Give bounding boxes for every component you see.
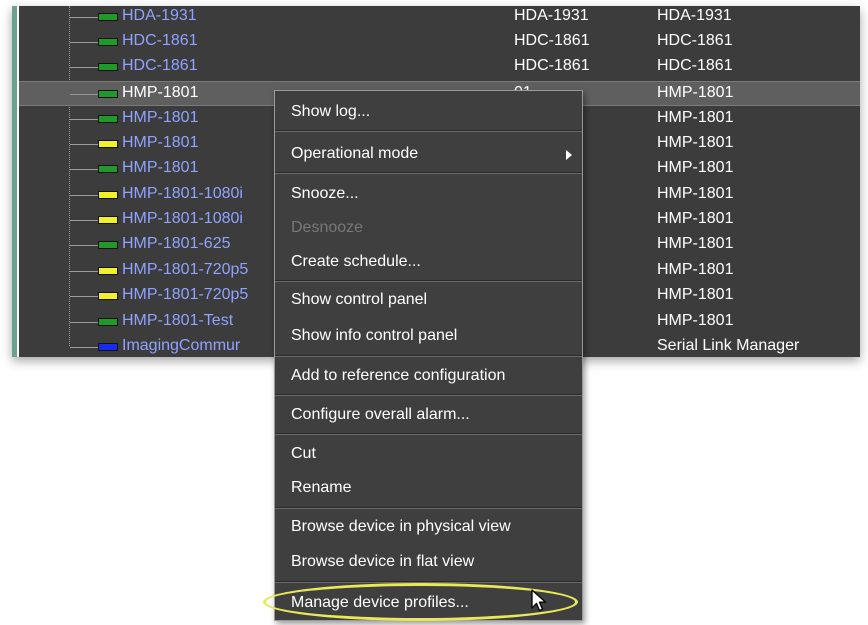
submenu-arrow-icon — [566, 150, 572, 160]
tree-connector — [70, 296, 98, 298]
tree-row[interactable]: HDC-1861 HDC-1861 HDC-1861 — [19, 55, 860, 80]
status-led-icon — [98, 63, 118, 71]
device-name: HDC-1861 — [122, 57, 198, 74]
device-model-cell: HDC-1861 — [657, 32, 733, 49]
menu-item-label: Create schedule... — [291, 253, 421, 270]
tree-connector — [70, 169, 98, 171]
menu-separator — [275, 433, 582, 435]
device-model-cell: HMP-1801 — [657, 261, 734, 278]
tree-connector — [70, 94, 98, 96]
device-model-cell: HMP-1801 — [657, 134, 734, 151]
device-name: HMP-1801-1080i — [122, 185, 243, 202]
menu-item-label: Desnooze — [291, 219, 364, 236]
tree-connector — [70, 195, 98, 197]
menu-item-label: Show log... — [291, 103, 371, 120]
mouse-cursor-icon — [531, 589, 547, 612]
device-type-cell: HDA-1931 — [514, 7, 589, 24]
device-model-cell: HMP-1801 — [657, 84, 734, 101]
menu-item-browse-flat-view[interactable]: Browse device in flat view — [275, 549, 582, 575]
status-led-icon — [98, 90, 118, 98]
tree-connector — [70, 347, 98, 349]
status-led-icon — [98, 343, 118, 351]
context-menu: Show log... Operational mode Snooze... D… — [274, 90, 583, 621]
status-led-icon — [98, 216, 118, 224]
status-led-icon — [98, 241, 118, 249]
status-led-icon — [98, 38, 118, 46]
tree-connector — [70, 119, 98, 121]
device-model-cell: HMP-1801 — [657, 109, 734, 126]
device-name: ImagingCommur — [122, 337, 241, 354]
device-name: HMP-1801-720p5 — [122, 261, 249, 278]
menu-item-desnooze: Desnooze — [275, 215, 582, 241]
device-type-cell: HDC-1861 — [514, 32, 590, 49]
tree-connector — [70, 67, 98, 69]
tree-connector — [70, 322, 98, 324]
device-name: HMP-1801 — [122, 109, 199, 126]
device-name: HMP-1801 — [122, 84, 199, 101]
menu-item-label: Rename — [291, 479, 352, 496]
device-model-cell: HMP-1801 — [657, 210, 734, 227]
device-name: HMP-1801-Test — [122, 312, 234, 329]
device-model-cell: HMP-1801 — [657, 185, 734, 202]
menu-item-snooze[interactable]: Snooze... — [275, 181, 582, 207]
device-name: HMP-1801 — [122, 159, 199, 176]
device-name: HMP-1801-720p5 — [122, 286, 249, 303]
device-name: HDC-1861 — [122, 32, 198, 49]
status-led-icon — [98, 292, 118, 300]
device-model-cell: HMP-1801 — [657, 286, 734, 303]
device-type-cell: HDC-1861 — [514, 57, 590, 74]
status-led-icon — [98, 318, 118, 326]
device-model-cell: HDA-1931 — [657, 7, 732, 24]
menu-separator — [275, 507, 582, 509]
device-model-cell: HMP-1801 — [657, 312, 734, 329]
menu-separator — [275, 172, 582, 174]
device-name: HMP-1801 — [122, 134, 199, 151]
tree-connector — [70, 17, 98, 19]
menu-item-show-log[interactable]: Show log... — [275, 99, 582, 125]
status-led-icon — [98, 140, 118, 148]
tree-connector — [70, 220, 98, 222]
menu-item-label: Show info control panel — [291, 327, 458, 344]
menu-item-label: Operational mode — [291, 145, 419, 162]
status-led-icon — [98, 165, 118, 173]
menu-separator — [275, 394, 582, 396]
device-name: HDA-1931 — [122, 7, 197, 24]
menu-item-label: Browse device in physical view — [291, 518, 511, 535]
device-model-cell: Serial Link Manager — [657, 337, 800, 354]
status-led-icon — [98, 267, 118, 275]
menu-item-cut[interactable]: Cut — [275, 441, 582, 467]
menu-item-create-schedule[interactable]: Create schedule... — [275, 249, 582, 275]
menu-item-show-info-control-panel[interactable]: Show info control panel — [275, 323, 582, 349]
menu-item-operational-mode[interactable]: Operational mode — [275, 141, 582, 167]
menu-separator — [275, 280, 582, 282]
tree-row[interactable]: HDA-1931 HDA-1931 HDA-1931 — [19, 6, 860, 30]
tree-connector — [70, 245, 98, 247]
menu-separator — [275, 130, 582, 132]
menu-item-add-reference-configuration[interactable]: Add to reference configuration — [275, 363, 582, 389]
device-model-cell: HMP-1801 — [657, 235, 734, 252]
status-led-icon — [98, 115, 118, 123]
menu-item-label: Cut — [291, 445, 316, 462]
menu-item-label: Browse device in flat view — [291, 553, 475, 570]
status-led-icon — [98, 13, 118, 21]
tree-row[interactable]: HDC-1861 HDC-1861 HDC-1861 — [19, 30, 860, 55]
status-led-icon — [98, 191, 118, 199]
menu-item-label: Add to reference configuration — [291, 367, 506, 384]
tree-connector — [70, 42, 98, 44]
menu-item-label: Show control panel — [291, 291, 428, 308]
device-model-cell: HDC-1861 — [657, 57, 733, 74]
menu-item-rename[interactable]: Rename — [275, 475, 582, 501]
menu-item-show-control-panel[interactable]: Show control panel — [275, 287, 582, 313]
tree-connector — [70, 144, 98, 146]
tree-connector — [70, 271, 98, 273]
menu-separator — [275, 355, 582, 357]
device-model-cell: HMP-1801 — [657, 159, 734, 176]
menu-item-configure-alarm[interactable]: Configure overall alarm... — [275, 402, 582, 428]
menu-item-label: Snooze... — [291, 185, 359, 202]
menu-item-label: Configure overall alarm... — [291, 406, 470, 423]
device-name: HMP-1801-1080i — [122, 210, 243, 227]
menu-item-browse-physical-view[interactable]: Browse device in physical view — [275, 514, 582, 540]
device-name: HMP-1801-625 — [122, 235, 231, 252]
